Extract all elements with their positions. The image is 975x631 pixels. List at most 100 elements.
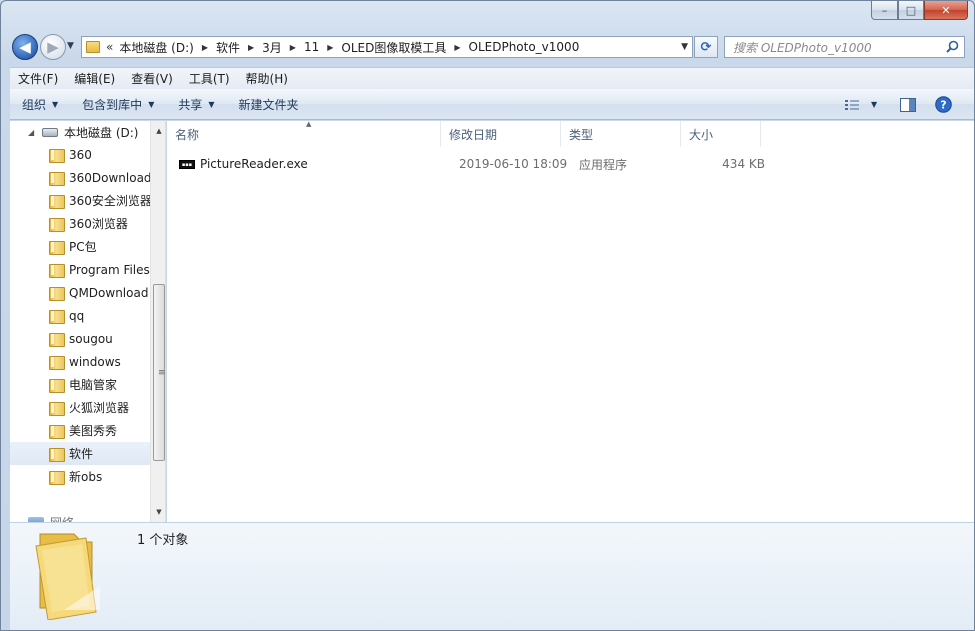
menu-help[interactable]: 帮助(H)	[238, 70, 296, 87]
scroll-down-icon[interactable]: ▼	[151, 504, 165, 520]
include-library-label: 包含到库中	[82, 97, 143, 112]
crumb-software[interactable]: 软件	[216, 39, 240, 56]
folder-icon	[49, 332, 65, 347]
svg-text:?: ?	[940, 99, 946, 112]
organize-button[interactable]: 组织 ▼	[10, 96, 70, 113]
preview-pane-icon	[900, 97, 916, 112]
column-size[interactable]: 大小	[681, 121, 761, 147]
folder-icon	[49, 470, 65, 485]
file-name: PictureReader.exe	[200, 157, 308, 171]
file-list: ▲ 名称 修改日期 类型 大小 ▪▪▪ PictureReader.exe 20…	[167, 120, 974, 522]
tree-item-software[interactable]: 软件	[10, 442, 150, 465]
nav-scrollbar[interactable]: ▲ ≡ ▼	[150, 121, 165, 522]
breadcrumb: 本地磁盘 (D:) ▶ 软件 ▶ 3月 ▶ 11 ▶ OLED图像取模工具 ▶ …	[119, 39, 579, 56]
crumb-11[interactable]: 11	[304, 40, 319, 54]
refresh-button[interactable]: ⟳	[694, 36, 718, 58]
crumb-march[interactable]: 3月	[262, 39, 282, 56]
include-library-button[interactable]: 包含到库中 ▼	[70, 96, 166, 113]
address-overflow[interactable]: «	[106, 40, 113, 54]
column-type[interactable]: 类型	[561, 121, 681, 147]
application-icon: ▪▪▪	[179, 159, 195, 169]
tree-label: 新obs	[69, 470, 103, 484]
collapse-arrow-icon[interactable]: ◢	[28, 128, 38, 137]
folder-icon	[49, 263, 65, 278]
search-placeholder: 搜索 OLEDPhoto_v1000	[733, 40, 872, 55]
minimize-button[interactable]: –	[871, 1, 898, 20]
menu-tools[interactable]: 工具(T)	[181, 70, 238, 87]
file-date: 2019-06-10 18:09	[459, 157, 568, 171]
tree-item-windows[interactable]: windows	[10, 350, 150, 373]
crumb-oled-tool[interactable]: OLED图像取模工具	[341, 39, 446, 56]
new-folder-button[interactable]: 新建文件夹	[227, 96, 311, 113]
chevron-right-icon[interactable]: ▶	[290, 43, 296, 52]
column-name[interactable]: ▲ 名称	[167, 120, 441, 147]
folder-icon	[49, 217, 65, 232]
tree-item-360[interactable]: 360	[10, 143, 150, 166]
tree-item-meitu[interactable]: 美图秀秀	[10, 419, 150, 442]
change-view-button[interactable]: ▼	[844, 89, 877, 120]
crumb-drive[interactable]: 本地磁盘 (D:)	[119, 39, 193, 56]
tree-item-qmdownload[interactable]: QMDownload	[10, 281, 150, 304]
crumb-oledphoto[interactable]: OLEDPhoto_v1000	[469, 40, 580, 54]
column-headers: ▲ 名称 修改日期 类型 大小	[167, 120, 974, 147]
folder-icon	[49, 148, 65, 163]
tree-item-360download[interactable]: 360Download	[10, 166, 152, 189]
tree-item-firefox[interactable]: 火狐浏览器	[10, 396, 150, 419]
tree-item-sougou[interactable]: sougou	[10, 327, 150, 350]
menu-edit[interactable]: 编辑(E)	[66, 70, 123, 87]
grip-icon: ≡	[158, 368, 166, 378]
tree-label: Program Files	[69, 262, 150, 277]
tree-item-360-secure-browser[interactable]: 360安全浏览器	[10, 189, 152, 212]
folder-icon	[49, 286, 65, 301]
tree-label: qq	[69, 308, 85, 323]
chevron-right-icon[interactable]: ▶	[248, 43, 254, 52]
menu-view[interactable]: 查看(V)	[123, 70, 181, 87]
recent-pages-dropdown[interactable]: ▼	[67, 41, 74, 51]
menu-file[interactable]: 文件(F)	[10, 70, 66, 87]
tree-item-qq[interactable]: qq	[10, 304, 150, 327]
arrow-left-icon: ◀	[19, 38, 31, 56]
share-button[interactable]: 共享 ▼	[166, 96, 226, 113]
search-input[interactable]: 搜索 OLEDPhoto_v1000	[724, 36, 965, 58]
back-button[interactable]: ◀	[12, 34, 38, 60]
chevron-right-icon[interactable]: ▶	[202, 43, 208, 52]
tree-label: 360Download	[69, 170, 152, 185]
folder-icon	[49, 194, 65, 209]
folder-icon	[49, 240, 65, 255]
address-dropdown[interactable]: ▼	[681, 42, 688, 52]
column-date[interactable]: 修改日期	[441, 121, 561, 147]
explorer-window: – □ ✕ ◀ ▶ ▼ « 本地磁盘 (D:) ▶ 软件 ▶ 3月 ▶ 11 ▶…	[0, 0, 975, 631]
refresh-icon: ⟳	[700, 39, 712, 55]
address-bar[interactable]: « 本地磁盘 (D:) ▶ 软件 ▶ 3月 ▶ 11 ▶ OLED图像取模工具 …	[81, 36, 693, 58]
close-button[interactable]: ✕	[924, 1, 968, 20]
folder-icon	[49, 309, 65, 324]
tree-label: 360浏览器	[69, 217, 128, 231]
chevron-right-icon[interactable]: ▶	[327, 43, 333, 52]
tree-label: 360安全浏览器	[69, 194, 152, 208]
object-count: 1 个对象	[137, 533, 189, 548]
folder-icon	[49, 447, 65, 462]
tree-label: 软件	[69, 447, 94, 461]
file-type: 应用程序	[579, 157, 628, 172]
column-name-label: 名称	[175, 127, 200, 142]
scroll-thumb[interactable]: ≡	[153, 284, 165, 461]
file-row[interactable]: ▪▪▪ PictureReader.exe 2019-06-10 18:09 应…	[179, 154, 779, 174]
preview-pane-button[interactable]	[900, 89, 916, 120]
chevron-right-icon[interactable]: ▶	[454, 43, 460, 52]
tree-item-drive[interactable]: ◢ 本地磁盘 (D:)	[10, 121, 150, 144]
tree-item-new-obs[interactable]: 新obs	[10, 465, 150, 488]
folder-icon	[49, 378, 65, 393]
share-label: 共享	[178, 97, 203, 112]
scroll-up-icon[interactable]: ▲	[151, 123, 165, 139]
tree-label: QMDownload	[69, 285, 149, 300]
forward-button[interactable]: ▶	[40, 34, 66, 60]
tree-item-360-browser[interactable]: 360浏览器	[10, 212, 150, 235]
tree-item-network[interactable]: 网络	[10, 511, 150, 522]
tree-item-program-files[interactable]: Program Files	[10, 258, 150, 281]
folder-icon	[49, 424, 65, 439]
help-button[interactable]: ?	[935, 89, 952, 120]
tree-item-pc-manager[interactable]: 电脑管家	[10, 373, 150, 396]
maximize-button[interactable]: □	[898, 1, 924, 20]
tree-item-pc-bao[interactable]: PC包	[10, 235, 150, 258]
search-icon[interactable]	[946, 40, 959, 53]
